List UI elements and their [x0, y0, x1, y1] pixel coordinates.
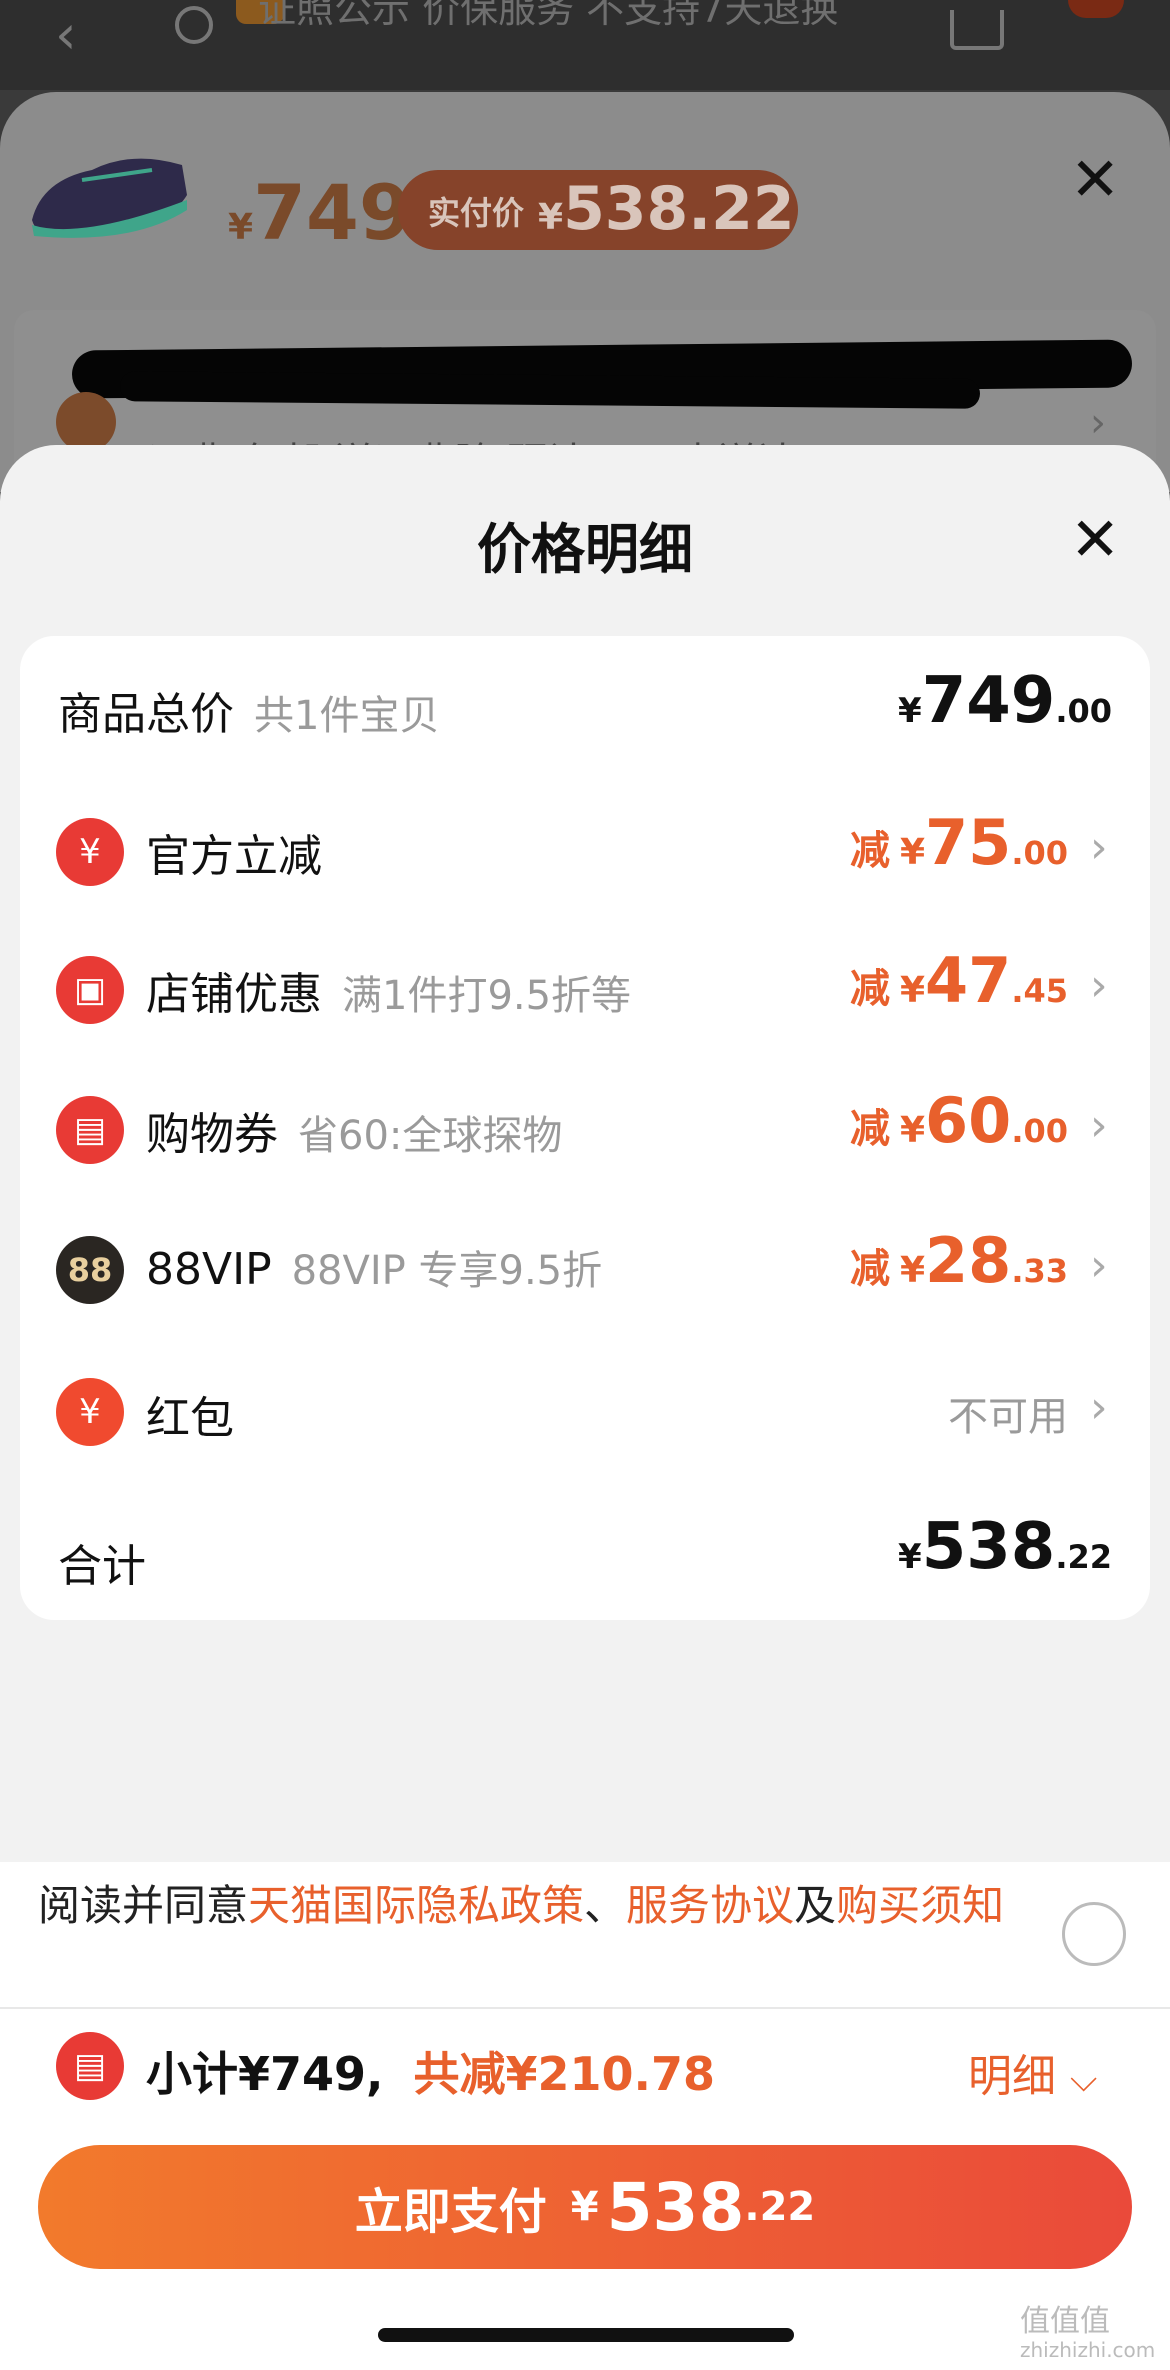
row-goods-total: 商品总价 共1件宝贝: [58, 689, 440, 740]
search-icon[interactable]: [175, 6, 213, 44]
official-discount-amount[interactable]: 减 ¥75.00: [850, 806, 1068, 879]
row-total-label: 合计: [58, 1541, 146, 1592]
back-arrow-icon[interactable]: ‹: [55, 8, 77, 62]
subtotal-summary: 小计¥749, 共减¥210.78: [146, 2047, 716, 2101]
coupon-discount-amount[interactable]: 减 ¥60.00: [850, 1084, 1068, 1157]
yuan-refund-icon: ¥: [56, 818, 124, 886]
watermark-url: zhizhizhi.com: [1020, 2338, 1156, 2362]
detail-toggle[interactable]: 明细 ⌵: [968, 2040, 1097, 2104]
actual-price-pill: 实付价 ¥538.22: [398, 170, 798, 250]
agree-checkbox[interactable]: [1062, 1902, 1126, 1966]
trust-banner: 证照公示 价保服务 不支持7天退换: [258, 0, 839, 31]
chevron-right-icon[interactable]: ›: [1090, 1386, 1108, 1430]
total-amount: ¥538.22: [898, 1510, 1112, 1584]
row-88vip[interactable]: 88VIP 88VIP 专享9.5折: [146, 1238, 602, 1296]
pay-now-button[interactable]: 立即支付 ¥538.22: [38, 2145, 1132, 2269]
product-price: ¥749: [228, 168, 412, 257]
store-discount-amount[interactable]: 减 ¥47.45: [850, 944, 1068, 1017]
row-official-discount[interactable]: 官方立减: [146, 820, 322, 884]
close-sheet-icon[interactable]: ✕: [1070, 510, 1120, 570]
sheet-title: 价格明细: [477, 518, 693, 581]
service-agreement-link[interactable]: 服务协议: [626, 1881, 794, 1930]
vip88-icon: 88: [56, 1236, 124, 1304]
chevron-right-icon: ›: [1090, 400, 1106, 446]
privacy-policy-link[interactable]: 天猫国际隐私政策: [248, 1881, 584, 1930]
row-store-discount[interactable]: 店铺优惠 满1件打9.5折等: [146, 958, 631, 1022]
chevron-down-icon: ⌵: [1070, 2059, 1098, 2100]
purchase-notice-link[interactable]: 购买须知: [836, 1881, 1004, 1930]
chevron-right-icon[interactable]: ›: [1090, 826, 1108, 870]
coupon-icon: ▤: [56, 2032, 124, 2100]
store-icon: ▣: [56, 956, 124, 1024]
location-icon: [56, 392, 116, 452]
vip-discount-amount[interactable]: 减 ¥28.33: [850, 1224, 1068, 1297]
agreement-text: 阅读并同意天猫国际隐私政策、服务协议及购买须知: [38, 1881, 1005, 1930]
red-packet-icon: ¥: [56, 1378, 124, 1446]
top-nav: ‹ 证照公示 价保服务 不支持7天退换: [0, 0, 1170, 90]
home-indicator: [378, 2328, 794, 2342]
red-packet-status[interactable]: 不可用: [948, 1384, 1068, 1442]
product-thumbnail: [32, 158, 187, 238]
ticket-icon: ▤: [56, 1096, 124, 1164]
chevron-right-icon[interactable]: ›: [1090, 1244, 1108, 1288]
watermark: 值值值: [1020, 2304, 1110, 2339]
chevron-right-icon[interactable]: ›: [1090, 1104, 1108, 1148]
more-icon[interactable]: [1068, 0, 1124, 18]
chevron-right-icon[interactable]: ›: [1090, 964, 1108, 1008]
goods-total-amount: ¥749.00: [898, 664, 1112, 738]
close-icon[interactable]: ✕: [1070, 150, 1120, 210]
cart-icon[interactable]: [950, 10, 1004, 50]
row-shopping-coupon[interactable]: 购物券 省60:全球探物: [146, 1098, 562, 1162]
row-red-packet[interactable]: 红包: [146, 1382, 234, 1446]
